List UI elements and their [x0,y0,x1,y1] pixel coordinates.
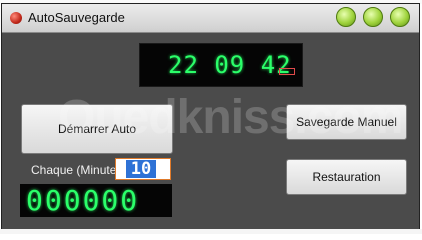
clock-display: 22 09 42 [139,43,303,87]
clock-time: 22 09 42 [168,51,292,79]
clock-indicator-icon [279,68,295,75]
counter-value: 000000 [26,184,140,217]
minimize-button[interactable] [336,7,356,27]
start-auto-button[interactable]: Démarrer Auto [21,104,173,154]
title-bar[interactable]: AutoSauvegarde [2,4,419,33]
app-icon [10,12,22,24]
window-title: AutoSauvegarde [28,10,125,25]
counter-display: 000000 [20,184,172,217]
manual-save-button[interactable]: Savegarde Manuel [286,104,407,140]
close-button[interactable] [390,7,410,27]
app-window: AutoSauvegarde 22 09 42 Démarrer Auto Sa… [1,3,420,233]
interval-label: Chaque (Minute) [31,163,121,177]
maximize-button[interactable] [363,7,383,27]
restore-button[interactable]: Restauration [286,159,407,195]
interval-value[interactable]: 10 [126,160,156,178]
screen-bottom-strip [0,229,422,234]
